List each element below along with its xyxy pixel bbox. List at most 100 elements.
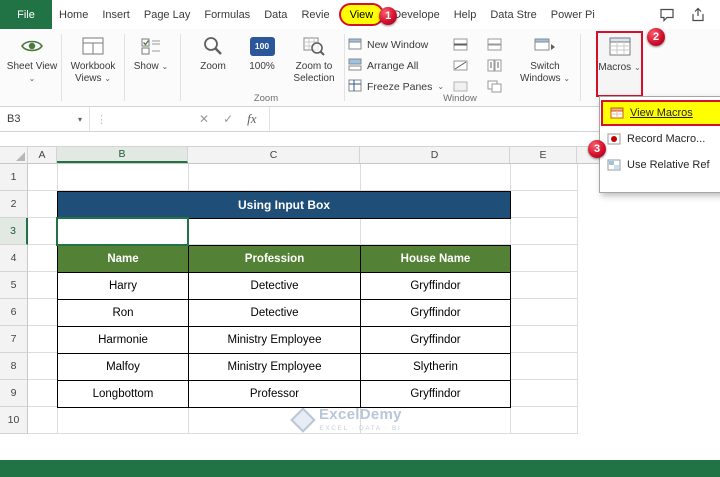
- cell[interactable]: Ministry Employee: [188, 326, 361, 354]
- table-header-house-name[interactable]: House Name: [360, 245, 511, 273]
- row-header-1[interactable]: 1: [0, 164, 28, 191]
- zoom-group-label: Zoom: [253, 93, 279, 104]
- zoom-100-label: 100%: [249, 61, 275, 72]
- group-separator: [124, 34, 125, 101]
- annotation-step-3-badge: 3: [588, 140, 606, 158]
- row-header-6[interactable]: 6: [0, 299, 28, 326]
- cell[interactable]: Harmonie: [57, 326, 189, 354]
- menu-item-use-relative-references[interactable]: Use Relative Ref: [600, 152, 720, 178]
- annotation-step-2-badge: 2: [647, 28, 665, 46]
- chevron-down-icon: ⌄: [633, 63, 641, 72]
- column-header-b[interactable]: B: [57, 147, 188, 163]
- switch-windows-text: Switch Windows: [519, 61, 561, 84]
- column-header-c[interactable]: C: [188, 147, 360, 163]
- macros-icon: [608, 35, 632, 59]
- table-header-profession[interactable]: Profession: [188, 245, 361, 273]
- cell[interactable]: Gryffindor: [360, 299, 511, 327]
- cell[interactable]: Longbottom: [57, 380, 189, 408]
- macros-button[interactable]: Macros ⌄: [596, 31, 643, 97]
- new-window-button[interactable]: New Window: [348, 35, 428, 54]
- tab-data-streamer[interactable]: Data Stre: [483, 0, 543, 29]
- column-header-d[interactable]: D: [360, 147, 510, 163]
- table-header-name[interactable]: Name: [57, 245, 189, 273]
- enter-icon[interactable]: ✓: [223, 112, 233, 126]
- tab-view-label: View: [349, 8, 374, 21]
- chevron-down-icon: ⌄: [104, 73, 111, 83]
- use-relative-references-label: Use Relative Ref: [627, 159, 710, 171]
- comments-icon[interactable]: [659, 7, 675, 22]
- cell[interactable]: Detective: [188, 299, 361, 327]
- tab-view[interactable]: View 1: [338, 3, 398, 26]
- cell[interactable]: Professor: [188, 380, 361, 408]
- cell[interactable]: Gryffindor: [360, 326, 511, 354]
- cell[interactable]: Ron: [57, 299, 189, 327]
- arrange-all-button[interactable]: Arrange All: [348, 56, 418, 75]
- name-box[interactable]: B3 ▾: [0, 107, 90, 131]
- row-header-8[interactable]: 8: [0, 353, 28, 380]
- tab-page-layout[interactable]: Page Lay: [137, 0, 197, 29]
- tab-file[interactable]: File: [0, 0, 52, 29]
- cancel-icon[interactable]: ✕: [199, 112, 209, 126]
- gridline-vertical: [577, 164, 578, 434]
- row-header-2[interactable]: 2: [0, 191, 28, 218]
- row-header-7[interactable]: 7: [0, 326, 28, 353]
- tab-insert[interactable]: Insert: [95, 0, 137, 29]
- zoom-to-selection-button[interactable]: Zoom to Selection: [286, 32, 342, 94]
- cell[interactable]: Harry: [57, 272, 189, 300]
- cell[interactable]: Gryffindor: [360, 272, 511, 300]
- dropdown-arrow-icon[interactable]: ▾: [78, 115, 82, 124]
- row-header-10[interactable]: 10: [0, 407, 28, 434]
- show-button[interactable]: Show ⌄: [128, 32, 174, 94]
- zoom-100-icon-text: 100: [249, 36, 275, 56]
- data-table: Name Profession House Name Harry Detecti…: [57, 245, 511, 408]
- row-header-3[interactable]: 3: [0, 218, 28, 245]
- ribbon-tab-bar: File Home Insert Page Lay Formulas Data …: [0, 0, 720, 29]
- menu-item-view-macros[interactable]: View Macros: [601, 100, 720, 126]
- tab-review[interactable]: Revie: [294, 0, 336, 29]
- cell[interactable]: Slytherin: [360, 353, 511, 381]
- tab-power-pivot[interactable]: Power Pi: [544, 0, 602, 29]
- active-cell[interactable]: [56, 217, 189, 246]
- hide-window-icon[interactable]: [452, 58, 468, 72]
- share-icon[interactable]: [690, 7, 706, 22]
- cell[interactable]: Detective: [188, 272, 361, 300]
- column-header-a[interactable]: A: [28, 147, 57, 163]
- menu-item-record-macro[interactable]: Record Macro...: [600, 126, 720, 152]
- workbook-views-button[interactable]: Workbook Views ⌄: [64, 32, 122, 94]
- switch-windows-button[interactable]: Switch Windows ⌄: [518, 32, 572, 94]
- row-header-4[interactable]: 4: [0, 245, 28, 272]
- show-label: Show ⌄: [134, 61, 169, 73]
- group-separator: [61, 34, 62, 101]
- tab-home[interactable]: Home: [52, 0, 95, 29]
- row-header-5[interactable]: 5: [0, 272, 28, 299]
- unhide-window-icon[interactable]: [452, 79, 468, 93]
- tab-data[interactable]: Data: [257, 0, 294, 29]
- eye-icon: [20, 34, 44, 58]
- table-title-banner[interactable]: Using Input Box: [57, 191, 511, 219]
- window-group-label: Window: [443, 93, 477, 104]
- cell[interactable]: Malfoy: [57, 353, 189, 381]
- record-macro-icon: [606, 133, 621, 145]
- zoom-button[interactable]: Zoom: [190, 32, 236, 94]
- chevron-down-icon: ⌄: [437, 82, 445, 91]
- synchronous-scrolling-icon[interactable]: [486, 58, 502, 72]
- split-icon[interactable]: [452, 37, 468, 51]
- row-header-9[interactable]: 9: [0, 380, 28, 407]
- use-relative-references-icon: [606, 159, 621, 171]
- tab-formulas[interactable]: Formulas: [197, 0, 257, 29]
- view-macros-label: View Macros: [630, 107, 693, 119]
- zoom-100-button[interactable]: 100 100%: [240, 32, 284, 94]
- zoom-label: Zoom: [200, 61, 226, 72]
- cell[interactable]: Ministry Employee: [188, 353, 361, 381]
- select-all-corner[interactable]: [0, 147, 28, 163]
- exceldemy-logo-icon: [290, 407, 316, 433]
- insert-function-icon[interactable]: fx: [247, 111, 256, 127]
- view-side-by-side-icon[interactable]: [486, 37, 502, 51]
- cell[interactable]: Gryffindor: [360, 380, 511, 408]
- new-window-label: New Window: [367, 38, 429, 51]
- sheet-view-button[interactable]: Sheet View ⌄: [6, 32, 58, 94]
- column-header-e[interactable]: E: [510, 147, 577, 163]
- new-window-icon: [348, 37, 362, 53]
- reset-window-position-icon[interactable]: [486, 79, 502, 93]
- tab-help[interactable]: Help: [447, 0, 484, 29]
